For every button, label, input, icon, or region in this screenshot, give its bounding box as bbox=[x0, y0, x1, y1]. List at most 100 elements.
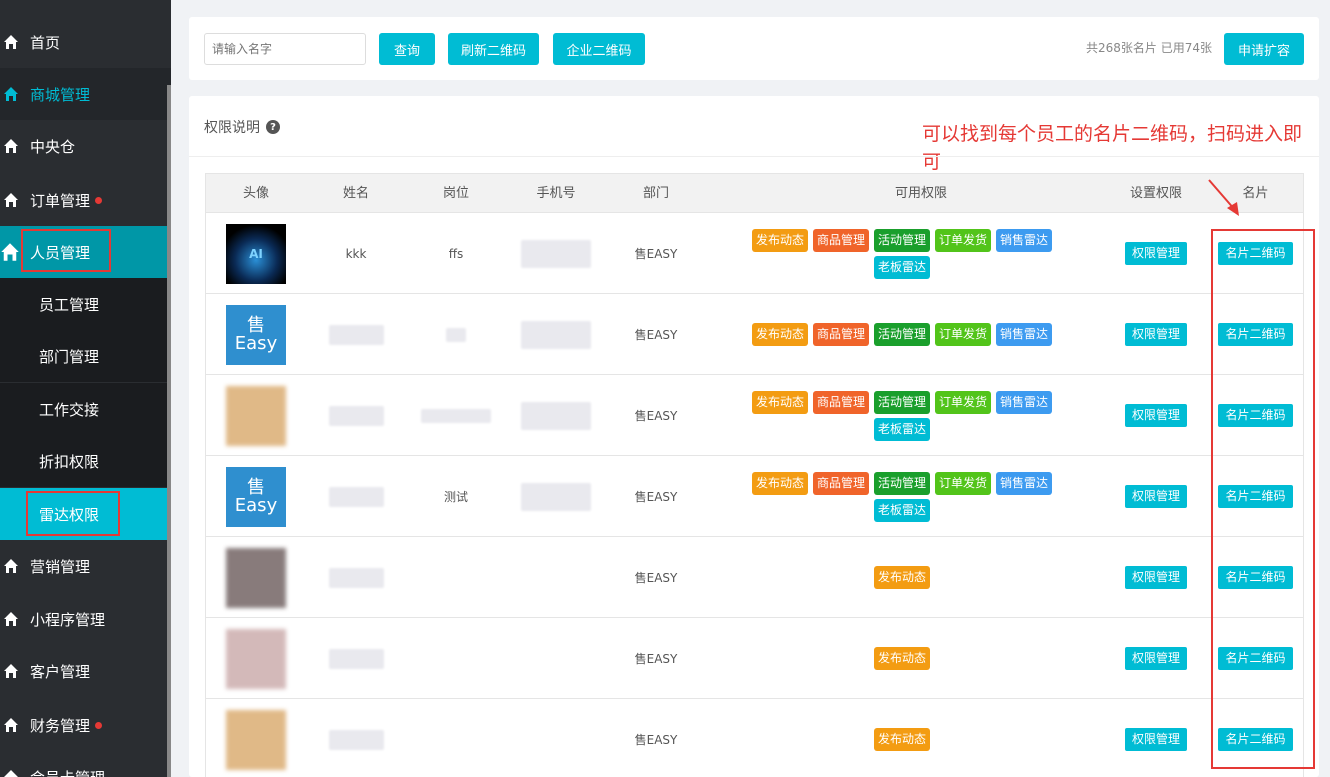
sidebar-item-label: 员工管理 bbox=[39, 295, 100, 314]
enterprise-qr-button[interactable]: 企业二维码 bbox=[553, 33, 645, 65]
cell-phone bbox=[506, 537, 606, 618]
sidebar-item-label: 会员卡管理 bbox=[30, 767, 105, 777]
col-perms: 可用权限 bbox=[894, 186, 947, 201]
perm-tag-order: 订单发货 bbox=[935, 228, 992, 252]
perm-tag-activity: 活动管理 bbox=[873, 228, 930, 252]
home-icon bbox=[4, 139, 18, 153]
sidebar-item-membership[interactable]: 会员卡管理 bbox=[0, 751, 171, 777]
staff-phone-blurred bbox=[521, 482, 591, 511]
cell-avatar bbox=[206, 699, 306, 777]
staff-table: 头像 姓名 岗位 手机号 部门 可用权限 设置权限 名片 AI kkk ffs … bbox=[205, 173, 1304, 777]
sidebar-item-handover[interactable]: 工作交接 bbox=[0, 383, 171, 435]
refresh-qr-button[interactable]: 刷新二维码 bbox=[448, 33, 539, 65]
cell-post bbox=[406, 699, 506, 777]
sidebar-item-finance[interactable]: 财务管理 bbox=[0, 699, 171, 751]
avatar-text: Easy bbox=[234, 494, 278, 516]
home-icon bbox=[4, 612, 18, 626]
arrow-icon bbox=[1208, 179, 1239, 216]
table-header: 头像 姓名 岗位 手机号 部门 可用权限 设置权限 名片 bbox=[205, 173, 1304, 213]
sidebar-item-department[interactable]: 部门管理 bbox=[0, 330, 171, 382]
cell-perms: 发布动态 商品管理 活动管理 订单发货 销售雷达 bbox=[737, 294, 1067, 375]
search-input[interactable] bbox=[204, 33, 366, 65]
perm-manage-button[interactable]: 权限管理 bbox=[1124, 647, 1187, 670]
annotation-text: 可以找到每个员工的名片二维码，扫码进入即可 bbox=[922, 123, 1303, 173]
perm-tag-boss: 老板雷达 bbox=[873, 255, 930, 279]
col-post: 岗位 bbox=[442, 186, 469, 201]
perm-manage-button[interactable]: 权限管理 bbox=[1124, 404, 1187, 427]
table-row: 售 Easy 测试 售EASY 发布动态 商品管理 活动管理 订单发货 销售雷达 老板雷达 … bbox=[205, 456, 1304, 537]
staff-name-blurred bbox=[328, 567, 384, 588]
cell-set-perm: 权限管理 bbox=[1106, 213, 1206, 294]
perm-tag-activity: 活动管理 bbox=[873, 390, 930, 414]
cell-post: ffs bbox=[406, 213, 506, 294]
cell-avatar: 售 Easy bbox=[206, 456, 306, 537]
sidebar-item-warehouse[interactable]: 中央仓 bbox=[0, 120, 171, 172]
section-title-text: 权限说明 bbox=[204, 120, 260, 136]
sidebar-item-label: 营销管理 bbox=[30, 557, 91, 576]
divider bbox=[189, 156, 1319, 157]
help-icon[interactable]: ? bbox=[266, 120, 280, 134]
cell-name bbox=[306, 699, 406, 777]
perm-manage-button[interactable]: 权限管理 bbox=[1124, 566, 1187, 589]
sidebar-item-label: 首页 bbox=[30, 33, 61, 52]
perm-manage-button[interactable]: 权限管理 bbox=[1124, 728, 1187, 751]
staff-name: kkk bbox=[345, 246, 367, 261]
avatar: 售 Easy bbox=[226, 466, 286, 527]
cell-name bbox=[306, 618, 406, 699]
sidebar-item-label: 财务管理 bbox=[30, 716, 91, 735]
perm-tag-order: 订单发货 bbox=[935, 323, 992, 346]
cell-phone bbox=[506, 294, 606, 375]
table-row: 售EASY 发布动态 权限管理 名片二维码 bbox=[205, 618, 1304, 699]
perm-tags: 发布动态 商品管理 活动管理 订单发货 销售雷达 bbox=[737, 323, 1067, 346]
cell-perms: 发布动态 bbox=[737, 618, 1067, 699]
home-icon bbox=[1, 243, 19, 261]
sidebar-item-home[interactable]: 首页 bbox=[0, 16, 171, 68]
perm-tag-publish: 发布动态 bbox=[873, 647, 930, 670]
cell-name bbox=[306, 537, 406, 618]
notification-dot bbox=[95, 196, 103, 204]
avatar bbox=[226, 547, 286, 608]
cell-perms: 发布动态 bbox=[737, 537, 1067, 618]
sidebar-item-customers[interactable]: 客户管理 bbox=[0, 645, 171, 697]
perm-tags: 发布动态 商品管理 活动管理 订单发货 销售雷达 老板雷达 bbox=[737, 390, 1067, 441]
perm-tag-goods: 商品管理 bbox=[812, 390, 869, 414]
cell-dept: 售EASY bbox=[606, 213, 706, 294]
cell-avatar bbox=[206, 375, 306, 456]
cell-set-perm: 权限管理 bbox=[1106, 699, 1206, 777]
notification-dot bbox=[95, 721, 103, 729]
staff-dept: 售EASY bbox=[634, 490, 678, 504]
sidebar-item-orders[interactable]: 订单管理 bbox=[0, 174, 171, 226]
toolbar: 查询 刷新二维码 企业二维码 共268张名片 已用74张 申请扩容 bbox=[189, 17, 1319, 80]
table-row: 售EASY 发布动态 权限管理 名片二维码 bbox=[205, 699, 1304, 777]
sidebar-item-miniprogram[interactable]: 小程序管理 bbox=[0, 593, 171, 645]
cell-dept: 售EASY bbox=[606, 456, 706, 537]
cell-perms: 发布动态 商品管理 活动管理 订单发货 销售雷达 老板雷达 bbox=[737, 375, 1067, 456]
sidebar-item-marketing[interactable]: 营销管理 bbox=[0, 540, 171, 592]
staff-name-blurred bbox=[328, 729, 384, 750]
sidebar-item-label: 订单管理 bbox=[30, 191, 91, 210]
perm-tags: 发布动态 商品管理 活动管理 订单发货 销售雷达 老板雷达 bbox=[737, 228, 1067, 279]
staff-post: ffs bbox=[448, 246, 464, 261]
perm-manage-button[interactable]: 权限管理 bbox=[1124, 485, 1187, 508]
perm-manage-button[interactable]: 权限管理 bbox=[1124, 242, 1187, 265]
perm-tag-radar: 销售雷达 bbox=[996, 390, 1053, 414]
col-set-perm: 设置权限 bbox=[1129, 186, 1182, 201]
cell-post bbox=[406, 294, 506, 375]
cell-set-perm: 权限管理 bbox=[1106, 618, 1206, 699]
sidebar-item-discount[interactable]: 折扣权限 bbox=[0, 435, 171, 487]
perm-manage-button[interactable]: 权限管理 bbox=[1124, 323, 1187, 346]
avatar-glyph: 售 bbox=[247, 314, 265, 336]
cell-phone bbox=[506, 213, 606, 294]
query-button[interactable]: 查询 bbox=[379, 33, 435, 65]
expand-button[interactable]: 申请扩容 bbox=[1224, 33, 1304, 65]
sidebar-item-mall[interactable]: 商城管理 bbox=[0, 68, 171, 120]
cell-avatar bbox=[206, 537, 306, 618]
sidebar-item-employee[interactable]: 员工管理 bbox=[0, 278, 171, 330]
home-icon bbox=[4, 35, 18, 49]
perm-tag-goods: 商品管理 bbox=[812, 228, 869, 252]
perm-tag-publish: 发布动态 bbox=[873, 566, 930, 589]
staff-phone-blurred bbox=[521, 320, 591, 349]
sidebar-item-label: 折扣权限 bbox=[39, 452, 100, 471]
perm-tag-goods: 商品管理 bbox=[812, 323, 869, 346]
sidebar-scrollbar[interactable] bbox=[167, 85, 171, 777]
